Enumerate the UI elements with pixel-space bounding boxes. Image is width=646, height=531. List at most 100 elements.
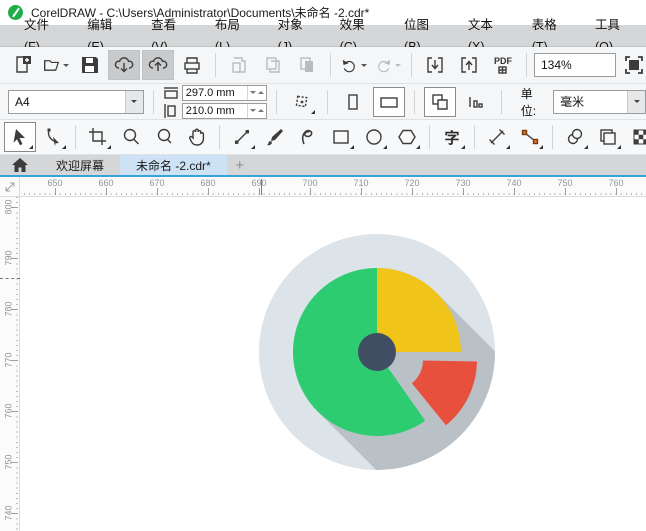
polygon-tool[interactable] <box>391 122 423 152</box>
page-size-combo[interactable]: A4 <box>8 89 144 114</box>
landscape-orientation-button[interactable] <box>372 86 405 117</box>
curve-tool[interactable] <box>292 122 324 152</box>
ruler-origin-icon <box>5 182 14 191</box>
page-width-input[interactable] <box>182 86 247 99</box>
export-icon <box>461 57 477 73</box>
redo-button[interactable] <box>372 50 404 80</box>
portrait-icon <box>348 93 358 110</box>
print-button[interactable] <box>176 50 208 80</box>
h-ruler-tick <box>157 188 158 195</box>
page-height-input[interactable] <box>182 104 247 117</box>
crop-tool[interactable] <box>82 122 114 152</box>
pan-hand-icon <box>189 128 205 146</box>
import-button[interactable] <box>419 50 451 80</box>
home-button[interactable] <box>0 155 40 175</box>
current-page-button[interactable] <box>460 87 492 117</box>
dimension-tool[interactable] <box>481 122 513 152</box>
page-size-dropdown[interactable] <box>124 90 143 113</box>
nudge-offset-icon <box>295 95 308 107</box>
fullscreen-preview-button[interactable] <box>618 50 646 80</box>
cloud-download-icon <box>114 57 134 73</box>
tab-document[interactable]: 未命名 -2.cdr* <box>120 155 227 175</box>
v-ruler-tick <box>11 207 18 208</box>
cut-button[interactable] <box>223 50 255 80</box>
all-pages-button[interactable] <box>423 86 456 117</box>
shape-tool[interactable] <box>37 122 69 152</box>
nudge-offset-button[interactable] <box>286 87 318 117</box>
save-button[interactable] <box>74 50 106 80</box>
zoom-level-combo[interactable] <box>534 53 646 77</box>
pan-tool[interactable] <box>181 122 213 152</box>
h-ruler-cursor-marker <box>261 179 262 195</box>
publish-to-pdf-button[interactable]: PDF <box>487 50 519 80</box>
units-dropdown[interactable] <box>627 90 645 113</box>
toolbar-separator <box>215 53 216 77</box>
paste-button[interactable] <box>291 50 323 80</box>
zoom-out-tool[interactable] <box>148 122 180 152</box>
redo-dropdown-caret[interactable] <box>395 64 401 70</box>
units-combo[interactable]: 毫米 <box>553 89 646 114</box>
portrait-orientation-button[interactable] <box>337 87 369 117</box>
cloud-upload-icon <box>148 57 168 71</box>
ellipse-tool[interactable] <box>358 122 390 152</box>
vertical-ruler[interactable]: 800 790 780 770 760 750 740 <box>0 197 20 531</box>
rectangle-tool[interactable] <box>325 122 357 152</box>
shadow-tool[interactable] <box>559 122 591 152</box>
new-tab-plus: + <box>235 156 245 174</box>
h-ruler-tick <box>412 188 413 195</box>
open-from-cloud-button[interactable] <box>108 50 140 80</box>
pie-chart-artwork[interactable] <box>257 232 497 472</box>
copy-button[interactable] <box>257 50 289 80</box>
standard-toolbar: PDF <box>0 47 646 84</box>
pattern-fill-tool[interactable] <box>625 122 646 152</box>
artistic-media-tool[interactable] <box>259 122 291 152</box>
new-document-button[interactable] <box>6 50 38 80</box>
home-icon <box>12 158 28 172</box>
freehand-tool[interactable] <box>226 122 258 152</box>
propbar-separator <box>275 89 277 114</box>
pdf-label: PDF <box>494 55 512 66</box>
propbar-separator <box>326 89 328 114</box>
page-height-icon <box>164 103 176 118</box>
ellipse-tool-icon <box>366 129 382 145</box>
page-width-spinner[interactable] <box>246 85 266 100</box>
new-tab-button[interactable]: + <box>227 155 253 175</box>
current-page-icon <box>469 96 483 108</box>
page-height-spinner[interactable] <box>246 103 266 118</box>
tab-welcome-screen[interactable]: 欢迎屏幕 <box>40 155 120 175</box>
page-width-field[interactable] <box>181 84 267 101</box>
text-tool[interactable]: 字 <box>436 122 468 152</box>
h-ruler-number: 660 <box>98 178 114 188</box>
open-document-button[interactable] <box>40 50 72 80</box>
zoom-tool[interactable] <box>115 122 147 152</box>
undo-button[interactable] <box>338 50 370 80</box>
curve-loop-icon <box>301 129 313 145</box>
chevron-down-icon <box>633 100 640 106</box>
transparency-tool[interactable] <box>592 122 624 152</box>
connector-tool[interactable] <box>514 122 546 152</box>
brush-icon <box>267 129 283 146</box>
drop-shadow-icon <box>567 128 583 145</box>
h-ruler-number: 730 <box>455 178 471 188</box>
toolbar-separator <box>526 53 527 77</box>
v-ruler-cursor-marker <box>0 278 20 279</box>
open-dropdown-caret[interactable] <box>63 64 69 70</box>
pick-tool[interactable] <box>4 122 36 152</box>
drawing-canvas[interactable] <box>20 197 646 531</box>
printer-icon <box>184 57 200 74</box>
v-ruler-tick <box>11 513 18 514</box>
save-to-cloud-button[interactable] <box>142 50 174 80</box>
pdf-grid-icon <box>498 65 507 74</box>
page-height-field[interactable] <box>181 102 267 119</box>
undo-icon <box>342 59 355 73</box>
paste-icon <box>300 57 313 72</box>
pie-center-dot[interactable] <box>358 333 396 371</box>
toolbar-separator <box>330 53 331 77</box>
undo-dropdown-caret[interactable] <box>361 64 367 70</box>
cut-icon <box>232 57 246 73</box>
h-ruler-tick <box>361 188 362 195</box>
export-button[interactable] <box>453 50 485 80</box>
horizontal-ruler[interactable]: 650 660 670 680 690 700 710 720 730 740 750 760 <box>20 177 646 197</box>
all-pages-icon <box>432 93 448 110</box>
ruler-origin-corner[interactable] <box>0 177 20 197</box>
